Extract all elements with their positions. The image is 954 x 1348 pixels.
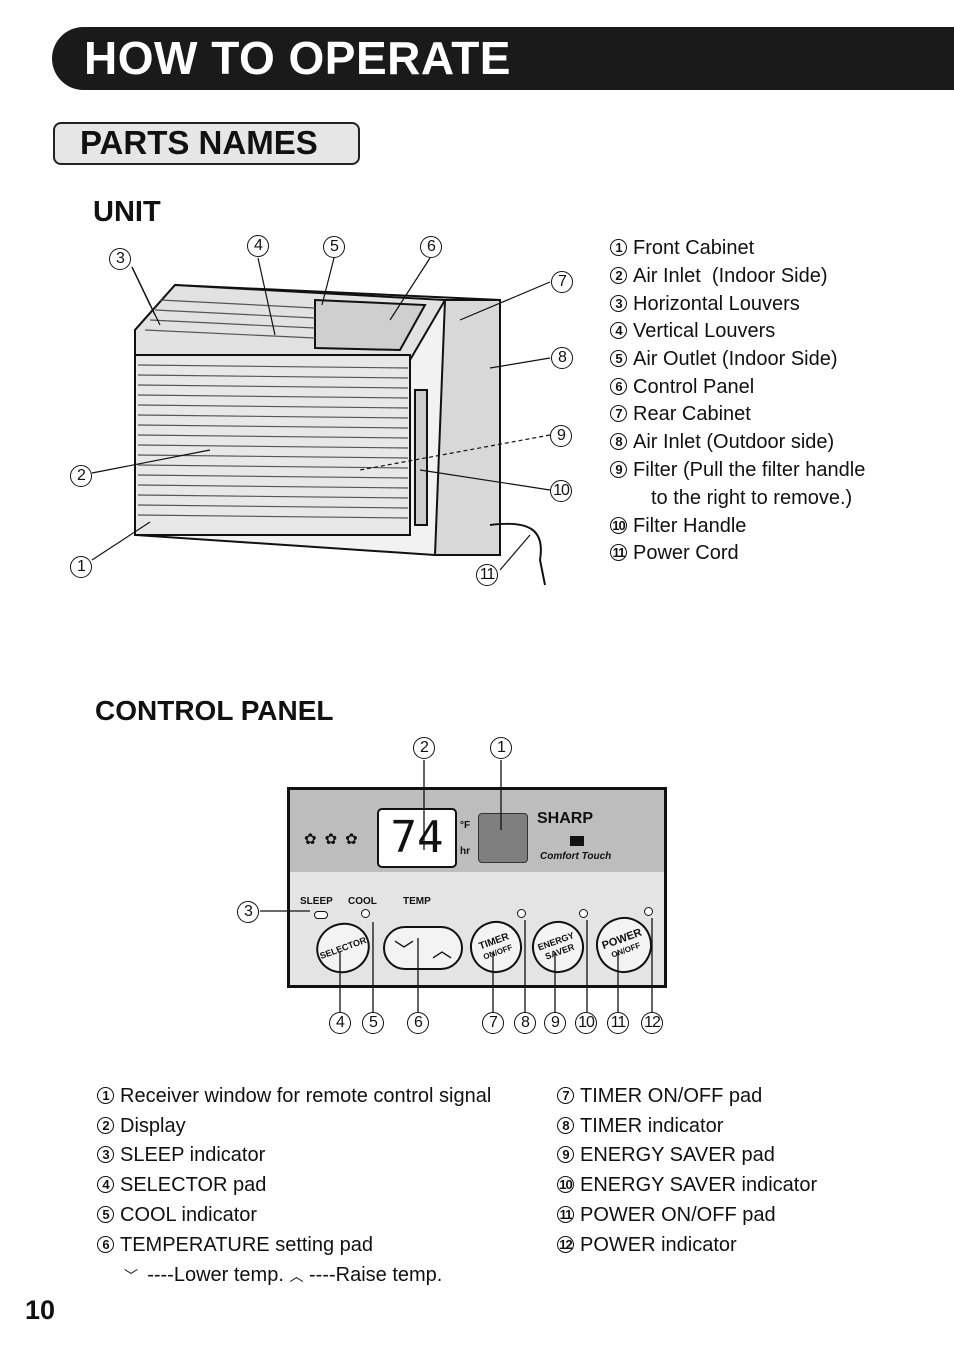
callout-10: 10 bbox=[550, 480, 572, 502]
cp-part-8: 8 TIMER indicator bbox=[557, 1115, 723, 1138]
header-bar: HOW TO OPERATE bbox=[52, 27, 954, 90]
cp-part-7: 7 TIMER ON/OFF pad bbox=[557, 1085, 762, 1108]
page-number: 10 bbox=[25, 1295, 56, 1325]
cp-part-9: 9 ENERGY SAVER pad bbox=[557, 1144, 775, 1167]
callout-cp-2: 2 bbox=[413, 737, 435, 759]
cp-part-12: 12 POWER indicator bbox=[557, 1234, 737, 1257]
callout-cp-6: 6 bbox=[407, 1012, 429, 1034]
callout-cp-9: 9 bbox=[544, 1012, 566, 1034]
callout-6: 6 bbox=[420, 236, 442, 258]
callout-cp-5: 5 bbox=[362, 1012, 384, 1034]
callout-2: 2 bbox=[70, 465, 92, 487]
callout-8: 8 bbox=[551, 347, 573, 369]
unit-title: UNIT bbox=[93, 196, 161, 228]
callout-cp-7: 7 bbox=[482, 1012, 504, 1034]
unit-part-3: 3 Horizontal Louvers bbox=[610, 293, 800, 316]
unit-part-4: 4 Vertical Louvers bbox=[610, 320, 775, 343]
cp-part-6: 6 TEMPERATURE setting pad bbox=[97, 1234, 373, 1257]
callout-9: 9 bbox=[550, 425, 572, 447]
callout-1: 1 bbox=[70, 556, 92, 578]
callout-11: 11 bbox=[476, 564, 498, 586]
unit-part-7: 7 Rear Cabinet bbox=[610, 403, 751, 426]
unit-part-5: 5 Air Outlet (Indoor Side) bbox=[610, 348, 838, 371]
cp-part-3: 3 SLEEP indicator bbox=[97, 1144, 265, 1167]
chevron-up-icon: ︿ bbox=[289, 1268, 304, 1284]
cp-part-5: 5 COOL indicator bbox=[97, 1204, 257, 1227]
page-title: HOW TO OPERATE bbox=[84, 32, 511, 84]
control-panel-title: CONTROL PANEL bbox=[95, 695, 334, 726]
cp-part-10: 10 ENERGY SAVER indicator bbox=[557, 1174, 817, 1197]
callout-cp-11: 11 bbox=[607, 1012, 629, 1034]
section-box: PARTS NAMES bbox=[53, 122, 360, 165]
callout-7: 7 bbox=[551, 271, 573, 293]
callout-cp-1: 1 bbox=[490, 737, 512, 759]
control-panel-leaders bbox=[260, 760, 653, 1012]
callout-5: 5 bbox=[323, 236, 345, 258]
callout-cp-10: 10 bbox=[575, 1012, 597, 1034]
unit-part-6: 6 Control Panel bbox=[610, 376, 754, 399]
manual-page: HOW TO OPERATE PARTS NAMES UNIT 3 4 5 6 … bbox=[0, 0, 954, 1348]
callout-3: 3 bbox=[109, 248, 131, 270]
cp-part-4: 4 SELECTOR pad bbox=[97, 1174, 266, 1197]
callout-cp-8: 8 bbox=[514, 1012, 536, 1034]
unit-part-9: 9 Filter (Pull the filter handle bbox=[610, 459, 865, 482]
unit-part-11: 11 Power Cord bbox=[610, 542, 739, 565]
callout-cp-4: 4 bbox=[329, 1012, 351, 1034]
callout-cp-3: 3 bbox=[237, 901, 259, 923]
chevron-down-icon: ﹀ bbox=[124, 1268, 138, 1284]
callout-cp-12: 12 bbox=[641, 1012, 663, 1034]
unit-part-9-cont: to the right to remove.) bbox=[651, 487, 853, 509]
callout-4: 4 bbox=[247, 235, 269, 257]
unit-part-1: 1 Front Cabinet bbox=[610, 237, 754, 260]
unit-part-8: 8 Air Inlet (Outdoor side) bbox=[610, 431, 834, 454]
section-title: PARTS NAMES bbox=[80, 124, 318, 161]
cp-part-2: 2 Display bbox=[97, 1115, 186, 1138]
unit-part-2: 2 Air Inlet (Indoor Side) bbox=[610, 265, 828, 288]
temp-note: ﹀ ----Lower temp. ︿ ----Raise temp. bbox=[124, 1264, 443, 1286]
cp-part-1: 1 Receiver window for remote control sign… bbox=[97, 1085, 491, 1108]
cp-part-11: 11 POWER ON/OFF pad bbox=[557, 1204, 776, 1227]
unit-part-10: 10 Filter Handle bbox=[610, 515, 746, 538]
unit-illustration bbox=[91, 257, 551, 586]
